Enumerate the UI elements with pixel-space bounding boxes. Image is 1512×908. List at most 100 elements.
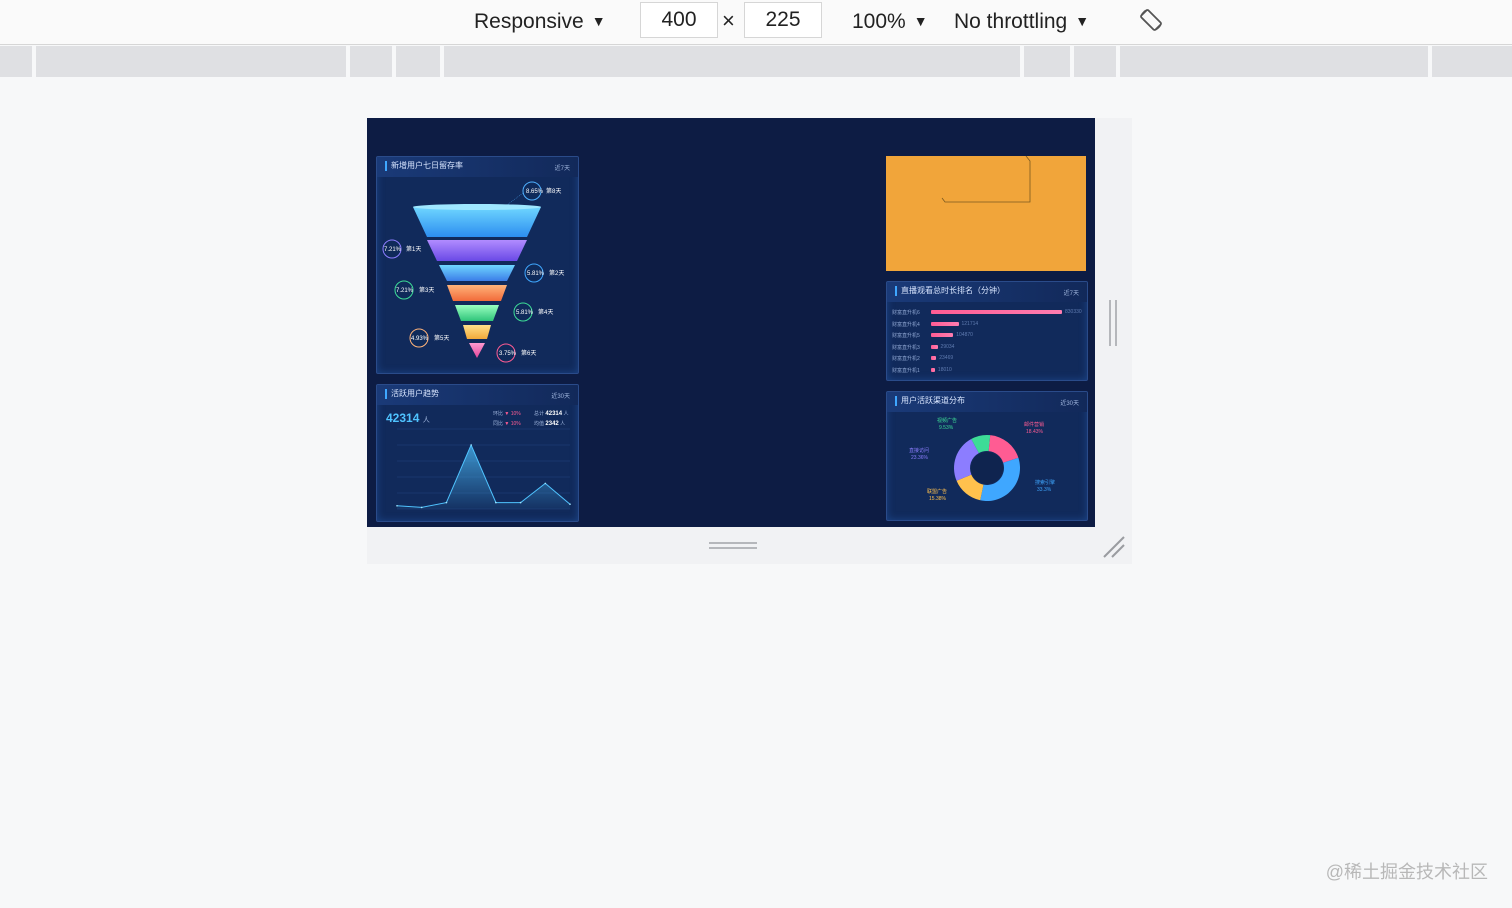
ranking-name: 财富直升机3 [892,344,920,351]
funnel-layer [447,285,507,301]
ranking-bar [931,344,938,349]
donut-hole [971,452,1003,484]
funnel-label-day: 第6天 [521,349,536,357]
trend-point [420,506,423,509]
donut-label-pct: 33.3% [1037,487,1052,493]
funnel-layer [463,325,491,339]
connector-lines [941,156,1031,203]
media-query-segment[interactable] [1024,46,1074,77]
width-input[interactable]: 400 [640,2,718,38]
media-query-segment[interactable] [444,46,1024,77]
ranking-row: 财富直升机4 121714 [892,320,1084,332]
resize-handle-corner[interactable] [1101,534,1127,560]
ranking-name: 财富直升机6 [892,310,920,316]
ranking-bar [931,310,1062,314]
resize-handle-right[interactable] [1109,300,1111,346]
throttling-label: No throttling [954,10,1068,33]
media-query-segment[interactable] [350,46,396,77]
donut-label-name: 直接访问 [909,447,929,454]
ranking-value: 23469 [939,355,954,361]
media-query-segment[interactable] [1074,46,1120,77]
ranking-list: 财富直升机6 830330 财富直升机4 121714 财富直升机5 104870 财富直升… [892,308,1084,377]
donut-label-name: 视频广告 [937,417,957,424]
funnel-label: 7.21% 第1天 [382,239,421,259]
resize-handle-bottom[interactable] [709,542,757,544]
trend-point [544,482,547,485]
funnel-label-day: 第5天 [434,334,449,342]
height-input[interactable]: 225 [744,2,822,38]
ranking-panel: 直播观看总时长排名（分钟） 近7天 财富直升机6 830330 财富直升机4 1217… [886,281,1088,381]
ranking-row: 财富直升机6 830330 [892,308,1084,320]
funnel-layer [469,343,485,358]
device-select-label: Responsive [474,10,584,33]
funnel-label-day: 第1天 [406,245,421,253]
ranking-bar [931,367,935,372]
funnel-layer [439,265,515,281]
donut-label-pct: 9.53% [939,425,954,431]
panel-header: 直播观看总时长排名（分钟） 近7天 [887,282,1087,302]
device-select[interactable]: Responsive ▼ [474,6,606,36]
media-query-segment[interactable] [396,46,444,77]
funnel-label: 5.81% 第2天 [524,263,564,283]
trend-point [470,444,472,446]
funnel-label-day: 第8天 [546,187,561,195]
funnel-label: 3.75% 第6天 [496,343,536,363]
funnel-label-day: 第2天 [549,269,564,277]
trend-point [396,505,398,507]
donut-label-name: 联盟广告 [927,488,947,495]
ranking-value: 29034 [940,343,955,350]
caret-down-icon: ▼ [591,13,606,29]
ranking-name: 财富直升机1 [892,367,920,374]
funnel-label: 8.65% 第8天 [506,181,561,206]
panel-period: 近7天 [1063,291,1079,297]
funnel-layer-top [413,204,541,210]
funnel-chart: 8.65% 第8天 7.21% 第1天 5.81% 第2天 7.21% 第3天 [382,181,564,363]
channels-panel: 用户活跃渠道分布 近30天 视频广告 9.53% 邮件营销 18.43% 搜索引擎 33.… [886,391,1088,521]
trend-line-chart [396,428,571,510]
funnel-label-pct: 3.75% [499,351,517,357]
panel-title: 直播观看总时长排名（分钟） [895,286,1005,296]
ranking-name: 财富直升机4 [892,321,920,328]
ranking-bar [931,356,937,360]
funnel-label: 7.21% 第3天 [394,280,434,300]
ranking-row: 财富直升机2 23469 [892,354,1084,366]
trend-panel: 活跃用户趋势 近30天 42314 人 环比 ▼ 10% 同比 ▼ 10% 总计… [376,384,579,522]
donut-label-pct: 18.43% [1026,429,1044,435]
funnel-label-pct: 7.21% [396,288,414,294]
caret-down-icon: ▼ [1075,13,1090,29]
zoom-label: 100% [852,10,906,33]
ranking-value: 121714 [961,320,979,327]
funnel-panel: 新增用户七日留存率 近7天 8.65% 第8天 7.21% 第1天 5.81% … [376,156,579,374]
funnel-label-day: 第4天 [538,308,553,316]
ranking-row: 财富直升机5 104870 [892,331,1084,343]
funnel-label-day: 第3天 [419,286,434,294]
media-query-segment[interactable] [1432,46,1512,77]
ranking-value: 830330 [1065,309,1082,315]
caret-down-icon: ▼ [913,13,928,29]
media-query-segment[interactable] [36,46,350,77]
throttling-select[interactable]: No throttling ▼ [954,6,1089,36]
ranking-bar [931,333,954,337]
media-query-segment[interactable] [0,46,36,77]
trend-point [495,501,497,504]
media-query-segment[interactable] [1120,46,1432,77]
media-query-bar[interactable] [0,46,1512,77]
donut-label-name: 邮件营销 [1024,421,1044,428]
trend-point [569,503,571,505]
donut-label-pct: 23.36% [911,455,929,461]
funnel-label-pct: 4.93% [411,336,429,342]
funnel-layer [455,305,499,321]
donut-label-pct: 15.38% [929,496,947,502]
ranking-value: 18010 [937,366,952,373]
device-viewport: 新增用户七日留存率 近7天 8.65% 第8天 7.21% 第1天 5.81% … [367,118,1095,527]
ranking-name: 财富直升机2 [892,356,920,362]
ranking-row: 财富直升机1 18010 [892,366,1084,378]
funnel-label-pct: 7.21% [384,247,402,253]
zoom-select[interactable]: 100% ▼ [852,6,928,36]
funnel-label-pct: 8.65% [526,189,544,195]
funnel-label: 4.93% 第5天 [409,328,449,348]
rotate-icon[interactable] [1138,7,1164,33]
ranking-bar [931,321,959,326]
ranking-row: 财富直升机3 29034 [892,343,1084,355]
watermark: @稀土掘金技术社区 [1325,862,1488,882]
